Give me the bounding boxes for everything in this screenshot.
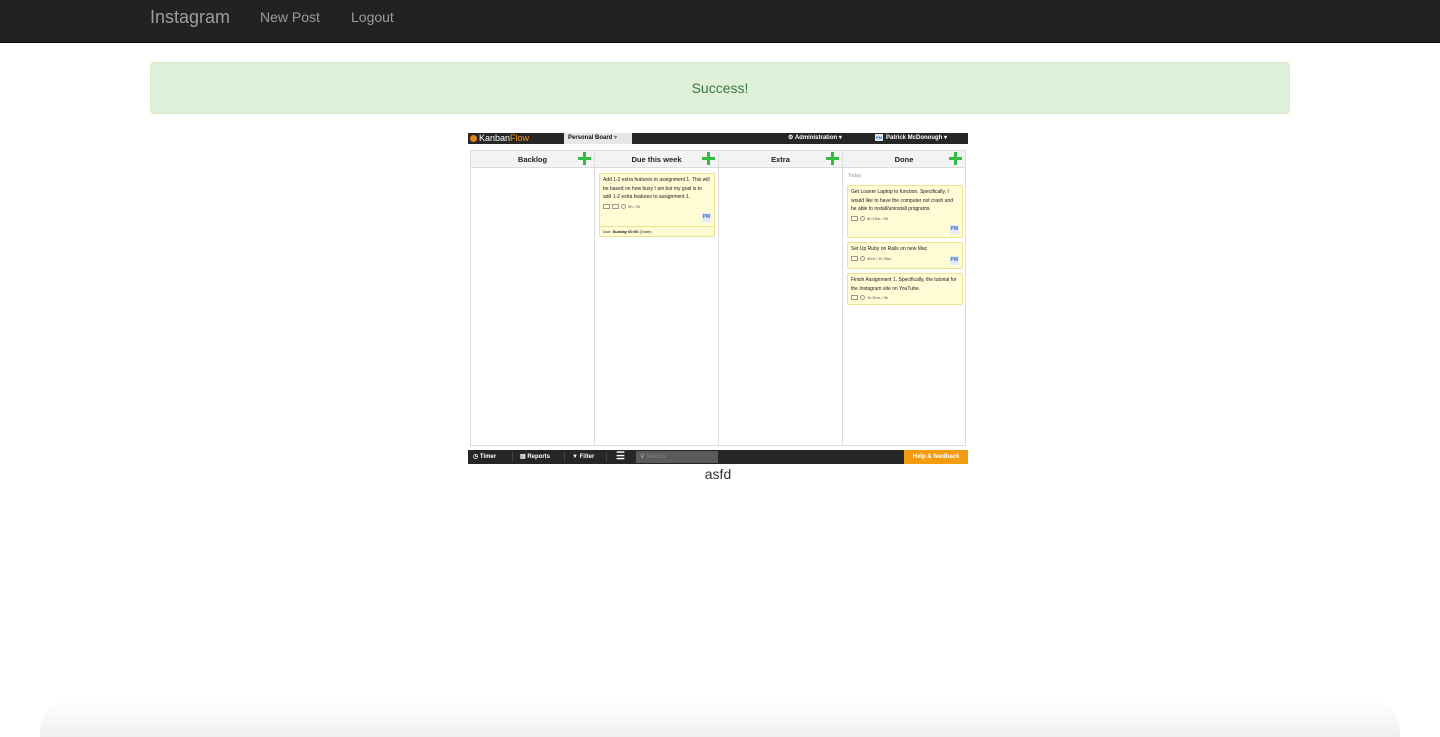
logo-text-prefix: Kanban <box>479 133 511 143</box>
user-menu: PM Patrick McDonough ▾ <box>875 134 948 141</box>
group-label-today: Today <box>848 173 862 179</box>
task-owner: PM <box>949 256 959 265</box>
task-due: Due: Sunday 00:00 (Done) <box>600 226 714 236</box>
task-text: Get Loaner Laptop to function. Specifica… <box>851 189 954 213</box>
divider <box>512 452 513 462</box>
timer-item: ◷ Timer <box>473 450 496 464</box>
success-alert: Success! <box>150 62 1290 114</box>
column-header: Done <box>843 151 965 168</box>
kanban-bottombar: ◷ Timer ▤ Reports ▼ Filter ☰ ⚲ Search He… <box>468 450 968 464</box>
task-meta: 8h 10m / 9h <box>851 215 959 224</box>
admin-menu: ⚙ Administration ▾ <box>788 135 842 141</box>
clock-icon <box>621 203 626 209</box>
user-menu-label: Patrick McDonough <box>886 135 943 141</box>
plus-icon <box>578 152 591 165</box>
task-card: Finish Assignment 1. Specifically, the t… <box>847 273 963 305</box>
description-icon <box>603 203 610 209</box>
clock-icon <box>860 295 865 301</box>
logo-text-suffix: Flow <box>510 133 530 143</box>
board-tab: Personal Board ▾ <box>564 133 632 144</box>
task-time: 1h 51m / 3h <box>867 295 889 301</box>
divider <box>606 452 607 462</box>
column-title: Done <box>894 155 914 164</box>
subtask-icon <box>612 203 619 209</box>
alert-message: Success! <box>691 80 749 96</box>
filter-item: ▼ Filter <box>572 450 594 464</box>
document-icon: ▤ <box>520 454 526 460</box>
user-avatar: PM <box>875 134 883 141</box>
task-text: Set Up Ruby on Rails on new Mac <box>851 246 928 252</box>
kanban-board: Backlog Due this week Add 1-2 extra feat… <box>470 150 966 446</box>
column-done: Done Today Get Loaner Laptop to function… <box>843 151 965 445</box>
clock-icon <box>860 255 865 261</box>
top-navbar: Instagram New Post Logout <box>0 0 1440 43</box>
task-card: Add 1-2 extra features to assignment 1. … <box>599 173 715 237</box>
kanbanflow-logo: KanbanFlow <box>470 133 529 144</box>
task-time: 30m / 2h 30m <box>867 255 892 261</box>
task-owner: PM <box>701 213 711 222</box>
task-text: Finish Assignment 1. Specifically, the t… <box>851 277 957 292</box>
search-icon: ⚲ <box>640 454 645 460</box>
kanbanflow-logo-icon <box>470 135 477 142</box>
column-header: Extra <box>719 151 842 168</box>
task-meta: 0h / 2h <box>603 203 711 212</box>
column-due-this-week: Due this week Add 1-2 extra features to … <box>595 151 719 445</box>
search-placeholder: Search <box>646 454 666 460</box>
post-image[interactable]: KanbanFlow Personal Board ▾ ⚙ Administra… <box>468 133 968 464</box>
menu-icon: ☰ <box>616 451 625 462</box>
board-tab-label: Personal Board <box>568 135 613 141</box>
plus-icon <box>702 152 715 165</box>
task-time: 8h 10m / 9h <box>867 215 889 221</box>
clock-icon <box>860 215 865 221</box>
divider <box>564 452 565 462</box>
task-card: Get Loaner Laptop to function. Specifica… <box>847 185 963 238</box>
clock-icon: ◷ <box>473 454 479 460</box>
new-post-link[interactable]: New Post <box>260 9 320 25</box>
task-card: Set Up Ruby on Rails on new Mac 30m / 2h… <box>847 242 963 269</box>
due-suffix: (Done) <box>639 229 652 234</box>
reports-label: Reports <box>527 454 551 460</box>
plus-icon <box>826 152 839 165</box>
chevron-down-icon: ▾ <box>614 135 618 141</box>
description-icon <box>851 215 858 221</box>
logout-link[interactable]: Logout <box>351 9 394 25</box>
column-header: Backlog <box>471 151 594 168</box>
task-meta: 1h 51m / 3h <box>851 294 959 303</box>
due-value: Sunday 00:00 <box>612 229 639 234</box>
gear-icon: ⚙ <box>788 135 794 141</box>
admin-menu-label: Administration <box>794 135 838 141</box>
brand-link[interactable]: Instagram <box>150 7 230 28</box>
description-icon <box>851 255 858 261</box>
column-title: Extra <box>771 155 790 164</box>
task-meta: 30m / 2h 30m <box>851 255 959 264</box>
due-prefix: Due: <box>603 229 612 234</box>
column-backlog: Backlog <box>471 151 595 445</box>
filter-label: Filter <box>579 454 595 460</box>
task-time: 0h / 2h <box>628 203 641 209</box>
search-field: ⚲ Search <box>636 451 718 463</box>
post-caption: asfd <box>704 466 732 482</box>
page-bottom-shadow <box>40 700 1400 737</box>
task-owner: PM <box>949 225 959 234</box>
kanban-topbar: KanbanFlow Personal Board ▾ ⚙ Administra… <box>468 133 968 144</box>
help-feedback-button: Help & feedback <box>904 450 968 464</box>
filter-icon: ▼ <box>572 454 578 460</box>
column-header: Due this week <box>595 151 718 168</box>
reports-item: ▤ Reports <box>520 450 550 464</box>
column-extra: Extra <box>719 151 843 445</box>
column-title: Backlog <box>517 155 548 164</box>
column-title: Due this week <box>631 155 682 164</box>
timer-label: Timer <box>479 454 497 460</box>
plus-icon <box>949 152 962 165</box>
description-icon <box>851 295 858 301</box>
task-text: Add 1-2 extra features to assignment 1. … <box>603 177 710 201</box>
